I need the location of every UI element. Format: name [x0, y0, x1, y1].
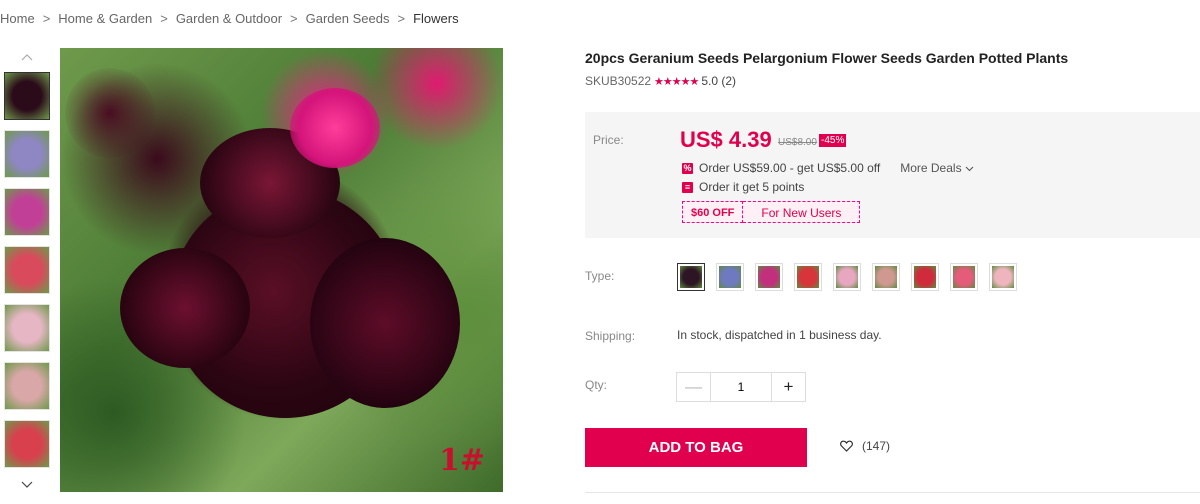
thumbnail-image: [5, 189, 49, 235]
flower-shape: [65, 68, 155, 158]
new-user-coupon[interactable]: $60 OFF For New Users: [682, 201, 861, 223]
breadcrumb-garden-outdoor[interactable]: Garden & Outdoor: [176, 11, 282, 26]
thumbnail-5[interactable]: [4, 304, 50, 352]
type-option-8[interactable]: [950, 263, 978, 291]
type-swatch-image: [719, 266, 741, 288]
type-option-4[interactable]: [794, 263, 822, 291]
type-swatch-image: [953, 266, 975, 288]
chevron-down-icon: [965, 166, 974, 172]
thumbnail-1[interactable]: [4, 72, 50, 120]
coupon-text: For New Users: [743, 201, 861, 223]
points-text: Order it get 5 points: [699, 180, 805, 194]
breadcrumb-separator: >: [397, 11, 406, 26]
discount-badge: -45%: [819, 134, 847, 147]
original-price: US$8.00: [778, 137, 817, 148]
chevron-down-icon[interactable]: [4, 475, 50, 493]
chevron-up-icon[interactable]: [4, 48, 50, 66]
breadcrumb: Home > Home & Garden > Garden & Outdoor > Gard…: [0, 11, 459, 26]
type-label: Type:: [585, 269, 615, 283]
thumbnail-4[interactable]: [4, 246, 50, 294]
type-option-1[interactable]: [677, 263, 705, 291]
price-box: Price: US$ 4.39 US$8.00 -45% % Order US$…: [585, 112, 1200, 238]
price-label: Price:: [593, 133, 624, 147]
type-swatch-image: [758, 266, 780, 288]
points-icon: ≡: [682, 181, 693, 193]
type-swatch-image: [680, 266, 702, 288]
shipping-value: In stock, dispatched in 1 business day.: [677, 328, 882, 342]
main-product-image[interactable]: 1#: [60, 48, 503, 492]
breadcrumb-separator: >: [290, 11, 298, 26]
thumbnail-image: [5, 247, 49, 293]
type-option-6[interactable]: [872, 263, 900, 291]
type-option-9[interactable]: [989, 263, 1017, 291]
type-swatch-image: [875, 266, 897, 288]
breadcrumb-current: Flowers: [413, 11, 459, 26]
thumbnail-7[interactable]: [4, 420, 50, 468]
qty-increase-button[interactable]: +: [771, 373, 805, 401]
thumbnail-2[interactable]: [4, 130, 50, 178]
coupon-amount: $60 OFF: [682, 201, 744, 223]
thumbnail-image: [5, 131, 49, 177]
breadcrumb-garden-seeds[interactable]: Garden Seeds: [306, 11, 390, 26]
thumbnail-image: [5, 421, 49, 467]
type-selector: [677, 263, 1028, 291]
more-deals-button[interactable]: More Deals: [900, 161, 974, 175]
type-swatch-image: [992, 266, 1014, 288]
sku: SKUB30522: [585, 74, 652, 88]
breadcrumb-home-garden[interactable]: Home & Garden: [58, 11, 152, 26]
add-to-bag-button[interactable]: ADD TO BAG: [585, 428, 807, 467]
breadcrumb-separator: >: [42, 11, 51, 26]
shipping-label: Shipping:: [585, 329, 636, 343]
deal-text: Order US$59.00 - get US$5.00 off: [699, 161, 881, 175]
percent-icon: %: [682, 162, 693, 174]
price-amount: 4.39: [728, 127, 772, 152]
flower-shape: [120, 248, 250, 368]
thumbnail-3[interactable]: [4, 188, 50, 236]
breadcrumb-home[interactable]: Home: [0, 11, 35, 26]
rating-stars[interactable]: ★★★★★: [654, 76, 699, 88]
heart-icon: [840, 440, 853, 452]
flower-shape: [290, 88, 380, 168]
image-tag: 1#: [438, 443, 485, 478]
qty-label: Qty:: [585, 378, 608, 392]
wishlist-button[interactable]: (147): [840, 439, 890, 453]
thumbnail-gallery: [2, 48, 52, 494]
wishlist-count: (147): [862, 439, 891, 453]
quantity-stepper: — +: [676, 372, 806, 402]
breadcrumb-separator: >: [160, 11, 168, 26]
divider: [585, 492, 1200, 493]
deal-row: % Order US$59.00 - get US$5.00 off More …: [682, 161, 974, 175]
type-option-3[interactable]: [755, 263, 783, 291]
type-swatch-image: [914, 266, 936, 288]
thumbnail-6[interactable]: [4, 362, 50, 410]
current-price: US$ 4.39: [680, 127, 772, 153]
product-title: 20pcs Geranium Seeds Pelargonium Flower …: [585, 50, 1069, 66]
points-row: ≡ Order it get 5 points: [682, 180, 804, 194]
flower-shape: [310, 238, 460, 408]
price-currency: US$: [680, 127, 723, 152]
type-swatch-image: [797, 266, 819, 288]
thumbnail-image: [5, 73, 49, 119]
type-option-7[interactable]: [911, 263, 939, 291]
type-option-2[interactable]: [716, 263, 744, 291]
product-meta: SKUB30522 ★★★★★ 5.0 (2): [585, 74, 736, 88]
type-option-5[interactable]: [833, 263, 861, 291]
qty-input[interactable]: [711, 373, 771, 401]
thumbnail-image: [5, 305, 49, 351]
thumbnail-image: [5, 363, 49, 409]
qty-decrease-button[interactable]: —: [677, 373, 711, 401]
type-swatch-image: [836, 266, 858, 288]
rating-value[interactable]: 5.0 (2): [701, 74, 736, 88]
